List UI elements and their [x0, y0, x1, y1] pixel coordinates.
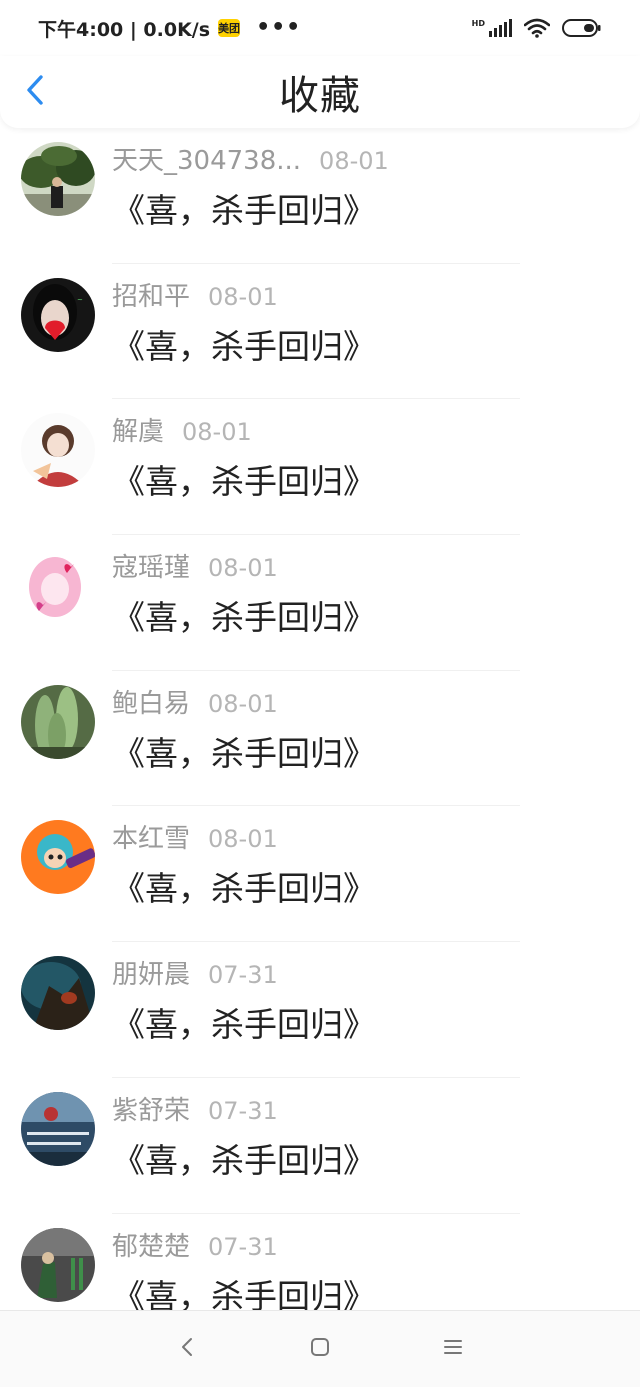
post-date: 07-31: [208, 1232, 278, 1261]
favorite-content: 《喜，杀手回归》: [112, 1005, 376, 1045]
avatar[interactable]: [21, 413, 95, 488]
battery-icon: [562, 18, 602, 38]
chevron-left-icon: [25, 74, 45, 110]
favorites-list: 天天_304738... 08-01 《喜，杀手回归》 ~ 招和平 08-01 《喜，杀手回…: [0, 128, 640, 1310]
more-notifications-icon: •••: [256, 15, 302, 40]
avatar[interactable]: [21, 549, 95, 624]
post-date: 07-31: [208, 1096, 278, 1125]
favorite-content: 《喜，杀手回归》: [112, 733, 376, 773]
author-name: 郁楚楚: [112, 1231, 191, 1262]
page-title: 收藏: [279, 73, 361, 119]
list-item[interactable]: 朋妍晨 07-31 《喜，杀手回归》: [0, 942, 640, 1078]
avatar[interactable]: [21, 1091, 95, 1166]
favorite-content: 《喜，杀手回归》: [112, 326, 376, 366]
svg-text:~: ~: [77, 296, 83, 304]
nav-home-button[interactable]: [300, 1329, 340, 1369]
network-type-label: HD: [471, 19, 485, 28]
status-time-speed: 下午4:00 | 0.0K/s: [38, 18, 211, 41]
name-row: 天天_304738... 08-01: [112, 140, 389, 177]
name-row: 本红雪 08-01: [112, 818, 278, 855]
author-name: 紫舒荣: [112, 1095, 191, 1126]
status-bar: 下午4:00 | 0.0K/s 美团 ••• HD: [0, 0, 640, 56]
post-date: 07-31: [208, 961, 278, 990]
name-row: 鲍白易 08-01: [112, 683, 278, 720]
list-item[interactable]: 天天_304738... 08-01 《喜，杀手回归》: [0, 128, 640, 264]
avatar[interactable]: [21, 142, 95, 216]
list-item[interactable]: 本红雪 08-01 《喜，杀手回归》: [0, 806, 640, 943]
list-item[interactable]: 郁楚楚 07-31 《喜，杀手回归》: [0, 1214, 640, 1311]
app-header: 收藏: [0, 56, 640, 128]
favorite-content: 《喜，杀手回归》: [112, 1276, 376, 1311]
author-name: 解虞: [112, 417, 165, 448]
name-row: 紫舒荣 07-31: [112, 1090, 278, 1127]
avatar[interactable]: [21, 684, 95, 759]
name-row: 寇瑶瑾 08-01: [112, 547, 278, 584]
system-nav-bar: [0, 1310, 640, 1387]
author-name: 鲍白易: [112, 688, 191, 719]
post-date: 08-01: [208, 825, 278, 854]
name-row: 朋妍晨 07-31: [112, 954, 278, 991]
list-item[interactable]: ~ 招和平 08-01 《喜，杀手回归》: [0, 264, 640, 400]
avatar[interactable]: [21, 820, 95, 895]
nav-back-button[interactable]: [167, 1329, 207, 1369]
nav-back-icon: [179, 1336, 195, 1362]
status-right: HD: [472, 18, 602, 38]
post-date: 08-01: [208, 689, 278, 718]
post-date: 08-01: [319, 147, 389, 175]
favorite-content: 《喜，杀手回归》: [112, 869, 376, 909]
author-name: 天天_304738...: [112, 146, 302, 176]
post-date: 08-01: [182, 418, 252, 447]
author-name: 寇瑶瑾: [112, 553, 191, 584]
avatar[interactable]: [21, 956, 95, 1031]
name-row: 解虞 08-01: [112, 411, 252, 448]
nav-menu-button[interactable]: [433, 1329, 473, 1369]
avatar[interactable]: ~: [21, 277, 95, 352]
wifi-icon: [524, 18, 550, 38]
list-item[interactable]: 紫舒荣 07-31 《喜，杀手回归》: [0, 1078, 640, 1214]
back-button[interactable]: [20, 74, 50, 110]
status-left: 下午4:00 | 0.0K/s 美团 •••: [38, 15, 301, 42]
name-row: 招和平 08-01: [112, 276, 278, 313]
name-row: 郁楚楚 07-31: [112, 1226, 278, 1263]
nav-menu-icon: [442, 1336, 464, 1362]
list-item[interactable]: 寇瑶瑾 08-01 《喜，杀手回归》: [0, 535, 640, 671]
author-name: 本红雪: [112, 824, 191, 855]
post-date: 08-01: [208, 554, 278, 583]
post-date: 08-01: [208, 282, 278, 311]
favorite-content: 《喜，杀手回归》: [112, 598, 376, 638]
favorite-content: 《喜，杀手回归》: [112, 191, 376, 230]
meituan-badge-icon: 美团: [218, 19, 241, 37]
favorite-content: 《喜，杀手回归》: [112, 1140, 376, 1180]
nav-home-icon: [309, 1336, 331, 1362]
avatar[interactable]: [21, 1227, 95, 1302]
list-item[interactable]: 鲍白易 08-01 《喜，杀手回归》: [0, 671, 640, 807]
signal-icon: HD: [472, 19, 512, 37]
author-name: 招和平: [112, 281, 191, 312]
author-name: 朋妍晨: [112, 960, 191, 991]
list-item[interactable]: 解虞 08-01 《喜，杀手回归》: [0, 399, 640, 536]
favorite-content: 《喜，杀手回归》: [112, 462, 376, 502]
